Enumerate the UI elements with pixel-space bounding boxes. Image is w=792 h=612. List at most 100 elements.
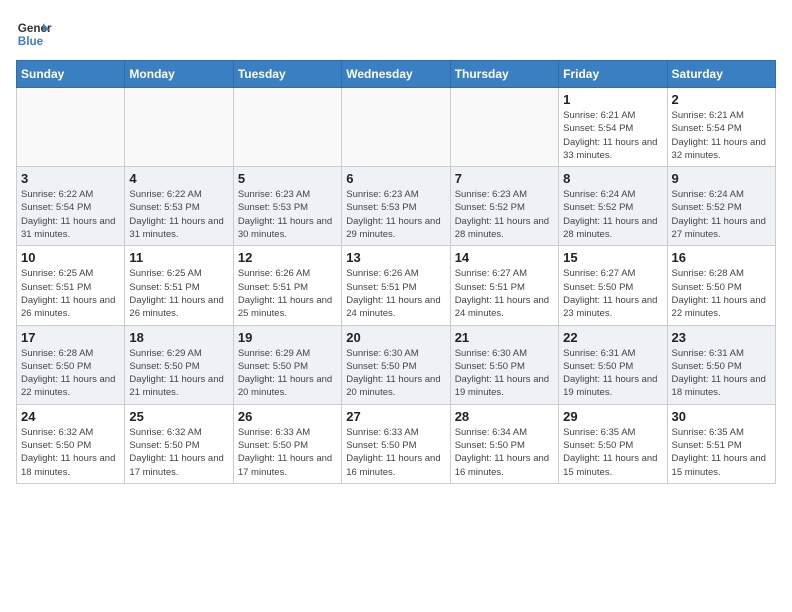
day-number: 9 bbox=[672, 171, 771, 186]
weekday-header-friday: Friday bbox=[559, 61, 667, 88]
calendar-cell: 14 Sunrise: 6:27 AM Sunset: 5:51 PM Dayli… bbox=[450, 246, 558, 325]
calendar-cell: 3 Sunrise: 6:22 AM Sunset: 5:54 PM Daylig… bbox=[17, 167, 125, 246]
day-number: 1 bbox=[563, 92, 662, 107]
day-info: Sunrise: 6:32 AM Sunset: 5:50 PM Dayligh… bbox=[21, 426, 120, 479]
day-info: Sunrise: 6:28 AM Sunset: 5:50 PM Dayligh… bbox=[672, 267, 771, 320]
day-number: 27 bbox=[346, 409, 445, 424]
calendar-cell: 17Sunrise: 6:28 AM Sunset: 5:50 PM Dayli… bbox=[17, 325, 125, 404]
day-info: Sunrise: 6:22 AM Sunset: 5:54 PM Dayligh… bbox=[21, 188, 120, 241]
calendar-cell: 21 Sunrise: 6:30 AM Sunset: 5:50 PM Dayli… bbox=[450, 325, 558, 404]
day-number: 28 bbox=[455, 409, 554, 424]
day-number: 8 bbox=[563, 171, 662, 186]
weekday-header-saturday: Saturday bbox=[667, 61, 775, 88]
day-number: 22 bbox=[563, 330, 662, 345]
day-info: Sunrise: 6:25 AM Sunset: 5:51 PM Dayligh… bbox=[129, 267, 228, 320]
week-row-2: 3 Sunrise: 6:22 AM Sunset: 5:54 PM Daylig… bbox=[17, 167, 776, 246]
calendar-cell: 7Sunrise: 6:23 AM Sunset: 5:52 PM Daylig… bbox=[450, 167, 558, 246]
day-number: 14 bbox=[455, 250, 554, 265]
calendar-cell: 22 Sunrise: 6:31 AM Sunset: 5:50 PM Dayli… bbox=[559, 325, 667, 404]
day-info: Sunrise: 6:24 AM Sunset: 5:52 PM Dayligh… bbox=[563, 188, 662, 241]
svg-text:Blue: Blue bbox=[18, 35, 44, 48]
calendar-cell: 20 Sunrise: 6:30 AM Sunset: 5:50 PM Dayli… bbox=[342, 325, 450, 404]
day-info: Sunrise: 6:27 AM Sunset: 5:51 PM Dayligh… bbox=[455, 267, 554, 320]
calendar-cell: 23 Sunrise: 6:31 AM Sunset: 5:50 PM Dayli… bbox=[667, 325, 775, 404]
day-number: 16 bbox=[672, 250, 771, 265]
day-number: 6 bbox=[346, 171, 445, 186]
day-number: 19 bbox=[238, 330, 337, 345]
calendar-cell: 13Sunrise: 6:26 AM Sunset: 5:51 PM Dayli… bbox=[342, 246, 450, 325]
calendar-cell: 5 Sunrise: 6:23 AM Sunset: 5:53 PM Daylig… bbox=[233, 167, 341, 246]
day-number: 18 bbox=[129, 330, 228, 345]
calendar-cell: 19 Sunrise: 6:29 AM Sunset: 5:50 PM Dayli… bbox=[233, 325, 341, 404]
week-row-5: 24 Sunrise: 6:32 AM Sunset: 5:50 PM Dayli… bbox=[17, 404, 776, 483]
day-info: Sunrise: 6:31 AM Sunset: 5:50 PM Dayligh… bbox=[672, 347, 771, 400]
calendar-cell: 27Sunrise: 6:33 AM Sunset: 5:50 PM Dayli… bbox=[342, 404, 450, 483]
page-header: General Blue bbox=[16, 16, 776, 52]
day-number: 25 bbox=[129, 409, 228, 424]
calendar-cell: 25 Sunrise: 6:32 AM Sunset: 5:50 PM Dayli… bbox=[125, 404, 233, 483]
week-row-4: 17Sunrise: 6:28 AM Sunset: 5:50 PM Dayli… bbox=[17, 325, 776, 404]
day-number: 4 bbox=[129, 171, 228, 186]
day-info: Sunrise: 6:30 AM Sunset: 5:50 PM Dayligh… bbox=[455, 347, 554, 400]
calendar-cell: 10 Sunrise: 6:25 AM Sunset: 5:51 PM Dayli… bbox=[17, 246, 125, 325]
day-info: Sunrise: 6:21 AM Sunset: 5:54 PM Dayligh… bbox=[672, 109, 771, 162]
day-info: Sunrise: 6:35 AM Sunset: 5:50 PM Dayligh… bbox=[563, 426, 662, 479]
day-number: 5 bbox=[238, 171, 337, 186]
weekday-header-thursday: Thursday bbox=[450, 61, 558, 88]
weekday-header-tuesday: Tuesday bbox=[233, 61, 341, 88]
day-number: 2 bbox=[672, 92, 771, 107]
calendar-cell: 6 Sunrise: 6:23 AM Sunset: 5:53 PM Daylig… bbox=[342, 167, 450, 246]
day-info: Sunrise: 6:35 AM Sunset: 5:51 PM Dayligh… bbox=[672, 426, 771, 479]
day-info: Sunrise: 6:23 AM Sunset: 5:53 PM Dayligh… bbox=[238, 188, 337, 241]
day-info: Sunrise: 6:21 AM Sunset: 5:54 PM Dayligh… bbox=[563, 109, 662, 162]
day-info: Sunrise: 6:26 AM Sunset: 5:51 PM Dayligh… bbox=[346, 267, 445, 320]
weekday-header-wednesday: Wednesday bbox=[342, 61, 450, 88]
day-info: Sunrise: 6:22 AM Sunset: 5:53 PM Dayligh… bbox=[129, 188, 228, 241]
day-number: 24 bbox=[21, 409, 120, 424]
day-info: Sunrise: 6:25 AM Sunset: 5:51 PM Dayligh… bbox=[21, 267, 120, 320]
week-row-3: 10 Sunrise: 6:25 AM Sunset: 5:51 PM Dayli… bbox=[17, 246, 776, 325]
calendar-cell: 1 Sunrise: 6:21 AM Sunset: 5:54 PM Daylig… bbox=[559, 88, 667, 167]
calendar-cell: 16 Sunrise: 6:28 AM Sunset: 5:50 PM Dayli… bbox=[667, 246, 775, 325]
day-info: Sunrise: 6:29 AM Sunset: 5:50 PM Dayligh… bbox=[129, 347, 228, 400]
day-number: 11 bbox=[129, 250, 228, 265]
logo: General Blue bbox=[16, 16, 52, 52]
calendar-cell bbox=[17, 88, 125, 167]
calendar-cell bbox=[233, 88, 341, 167]
calendar-cell: 4 Sunrise: 6:22 AM Sunset: 5:53 PM Daylig… bbox=[125, 167, 233, 246]
calendar-cell: 2 Sunrise: 6:21 AM Sunset: 5:54 PM Daylig… bbox=[667, 88, 775, 167]
logo-icon: General Blue bbox=[16, 16, 52, 52]
calendar-cell: 24 Sunrise: 6:32 AM Sunset: 5:50 PM Dayli… bbox=[17, 404, 125, 483]
calendar-cell: 26Sunrise: 6:33 AM Sunset: 5:50 PM Dayli… bbox=[233, 404, 341, 483]
day-info: Sunrise: 6:31 AM Sunset: 5:50 PM Dayligh… bbox=[563, 347, 662, 400]
day-number: 15 bbox=[563, 250, 662, 265]
calendar-cell: 15Sunrise: 6:27 AM Sunset: 5:50 PM Dayli… bbox=[559, 246, 667, 325]
day-info: Sunrise: 6:34 AM Sunset: 5:50 PM Dayligh… bbox=[455, 426, 554, 479]
calendar-cell: 11 Sunrise: 6:25 AM Sunset: 5:51 PM Dayli… bbox=[125, 246, 233, 325]
calendar-cell: 28 Sunrise: 6:34 AM Sunset: 5:50 PM Dayli… bbox=[450, 404, 558, 483]
day-info: Sunrise: 6:32 AM Sunset: 5:50 PM Dayligh… bbox=[129, 426, 228, 479]
calendar-cell: 18 Sunrise: 6:29 AM Sunset: 5:50 PM Dayli… bbox=[125, 325, 233, 404]
calendar-cell bbox=[125, 88, 233, 167]
calendar-cell: 8 Sunrise: 6:24 AM Sunset: 5:52 PM Daylig… bbox=[559, 167, 667, 246]
day-number: 30 bbox=[672, 409, 771, 424]
calendar-cell bbox=[342, 88, 450, 167]
day-number: 23 bbox=[672, 330, 771, 345]
day-info: Sunrise: 6:30 AM Sunset: 5:50 PM Dayligh… bbox=[346, 347, 445, 400]
calendar-cell: 30 Sunrise: 6:35 AM Sunset: 5:51 PM Dayli… bbox=[667, 404, 775, 483]
day-number: 10 bbox=[21, 250, 120, 265]
day-number: 17 bbox=[21, 330, 120, 345]
day-number: 3 bbox=[21, 171, 120, 186]
calendar-cell: 9Sunrise: 6:24 AM Sunset: 5:52 PM Daylig… bbox=[667, 167, 775, 246]
weekday-header-sunday: Sunday bbox=[17, 61, 125, 88]
day-info: Sunrise: 6:29 AM Sunset: 5:50 PM Dayligh… bbox=[238, 347, 337, 400]
day-number: 26 bbox=[238, 409, 337, 424]
weekday-header-row: SundayMondayTuesdayWednesdayThursdayFrid… bbox=[17, 61, 776, 88]
day-number: 21 bbox=[455, 330, 554, 345]
calendar-cell: 12Sunrise: 6:26 AM Sunset: 5:51 PM Dayli… bbox=[233, 246, 341, 325]
calendar-cell: 29Sunrise: 6:35 AM Sunset: 5:50 PM Dayli… bbox=[559, 404, 667, 483]
day-number: 12 bbox=[238, 250, 337, 265]
day-number: 7 bbox=[455, 171, 554, 186]
day-info: Sunrise: 6:23 AM Sunset: 5:53 PM Dayligh… bbox=[346, 188, 445, 241]
day-number: 20 bbox=[346, 330, 445, 345]
